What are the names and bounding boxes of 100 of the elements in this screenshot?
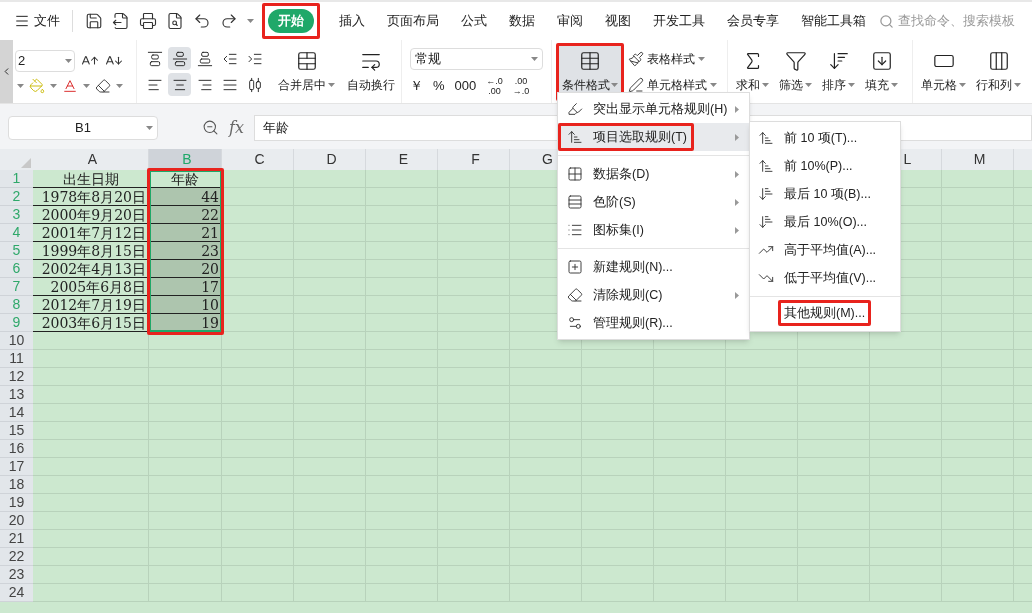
alignment-icon [246, 76, 263, 93]
style-button[interactable]: 单元格样式 [628, 75, 717, 94]
ribbon-tab[interactable]: 审阅 [546, 3, 594, 39]
font-color-icon [62, 77, 78, 94]
redo-icon[interactable] [220, 12, 238, 30]
table-cell: 2002年4月13日 [33, 260, 149, 278]
menu-icon [14, 13, 30, 29]
pen-icon [628, 76, 644, 93]
list-icon [567, 222, 583, 238]
menu-item[interactable]: 管理规则(R)... [558, 309, 749, 337]
menu-item[interactable]: 色阶(S) [558, 188, 749, 216]
tool-button[interactable]: 排序 [822, 49, 855, 94]
caret-icon [1014, 82, 1021, 87]
caret-icon [50, 83, 57, 88]
decimal-button[interactable]: ←.0 .00 [486, 75, 503, 96]
caret-icon [531, 56, 538, 61]
menu-item[interactable]: 前 10%(P)... [750, 152, 900, 180]
merge-center-button[interactable]: 合并居中 [278, 49, 335, 94]
tool-button[interactable]: 行和列 [976, 49, 1021, 94]
column-header[interactable]: G [542, 149, 553, 170]
ribbon-tab[interactable]: 智能工具箱 [790, 3, 877, 39]
ribbon-tab[interactable]: 视图 [594, 3, 642, 39]
alignment-icon [146, 50, 163, 67]
menu-item[interactable]: 最后 10 项(B)... [750, 180, 900, 208]
menu-item[interactable]: 最后 10%(O)... [750, 208, 900, 236]
table-cell: 2003年6月15日 [33, 314, 149, 332]
caret-icon [17, 83, 24, 88]
number-format-field[interactable]: 常规 [410, 47, 543, 70]
caret-icon [710, 82, 717, 87]
column-header[interactable]: M [973, 149, 986, 170]
file-menu-button[interactable]: 文件 [14, 10, 73, 32]
funnel-icon [784, 49, 807, 72]
number-format-button[interactable]: % [433, 75, 445, 96]
merge-cells-icon [295, 49, 318, 72]
menu-item[interactable]: 清除规则(C) [558, 281, 749, 309]
tool-button[interactable]: 填充 [865, 49, 898, 94]
highlighter-icon [567, 101, 583, 117]
tool-button[interactable]: 单元格 [921, 49, 966, 94]
table-cell: 出生日期 [33, 170, 149, 188]
column-header[interactable]: F [471, 149, 480, 170]
align-middle-button[interactable] [168, 47, 191, 70]
caret-icon [698, 56, 705, 61]
preview-icon[interactable] [166, 12, 184, 30]
caret-icon [247, 19, 254, 23]
table-cell: 21 [149, 224, 222, 242]
number-format-button[interactable]: ￥ [410, 75, 423, 96]
sort-up-icon [567, 129, 583, 145]
tool-button[interactable]: 筛选 [779, 49, 812, 94]
ribbon-tab[interactable]: 页面布局 [376, 3, 450, 39]
decimal-button[interactable]: .00 →.0 [512, 75, 530, 96]
brush-icon [628, 50, 644, 67]
column-header[interactable]: C [254, 149, 265, 170]
tool-button[interactable]: 求和 [736, 49, 769, 94]
table-cell: 2005年6月8日 [33, 278, 149, 296]
menu-item[interactable]: 图标集(I) [558, 216, 749, 244]
collapse-handle[interactable] [0, 40, 13, 103]
settings-icon [567, 315, 583, 331]
submenu-arrow-icon [735, 170, 739, 178]
sort-up-icon [758, 130, 774, 146]
submenu-arrow-icon [735, 291, 739, 299]
menu-item[interactable]: 高于平均值(A)... [750, 236, 900, 264]
fill-down-icon [870, 49, 893, 72]
search-icon [879, 13, 894, 29]
style-button[interactable]: 表格样式 [628, 49, 717, 68]
column-header[interactable]: A [87, 149, 98, 170]
caret-icon [891, 82, 898, 87]
menu-item[interactable]: 低于平均值(V)... [750, 264, 900, 292]
ribbon-tab[interactable]: 公式 [450, 3, 498, 39]
alignment-icon [171, 50, 188, 67]
print-icon[interactable] [139, 12, 157, 30]
column-header[interactable]: E [398, 149, 409, 170]
align-center-button[interactable] [168, 73, 191, 96]
zoom-out-icon[interactable] [202, 119, 219, 136]
ribbon-tab[interactable]: 开发工具 [642, 3, 716, 39]
ribbon-tab[interactable]: 会员专享 [716, 3, 790, 39]
alignment-icon [196, 50, 213, 67]
column-header[interactable]: L [903, 149, 912, 170]
wrap-text-button[interactable]: 自动换行 [347, 49, 395, 94]
sort-down-icon [758, 186, 774, 202]
undo-icon[interactable] [193, 12, 211, 30]
menu-item[interactable]: 前 10 项(T)... [750, 124, 900, 152]
caret-icon [611, 82, 618, 87]
name-box[interactable]: B1 [8, 115, 158, 140]
menu-item[interactable]: 项目选取规则(T) [558, 123, 749, 151]
columns-icon [987, 49, 1010, 72]
sort-up-icon [758, 158, 774, 174]
submenu-arrow-icon [735, 198, 739, 206]
menu-item[interactable]: 数据条(D) [558, 155, 749, 188]
caret-icon [848, 82, 855, 87]
eraser-icon [567, 287, 583, 303]
font-size-field[interactable]: 2 [15, 49, 75, 72]
ribbon-tab[interactable]: 插入 [328, 3, 376, 39]
save-icon[interactable] [85, 12, 103, 30]
column-header[interactable]: D [326, 149, 337, 170]
ribbon-tab[interactable]: 数据 [498, 3, 546, 39]
number-format-button[interactable]: 000 [454, 75, 477, 96]
table-icon [579, 49, 601, 72]
table-cell: 2001年7月12日 [33, 224, 149, 242]
export-icon[interactable] [112, 12, 130, 30]
table-cell: 1978年8月20日 [33, 188, 149, 206]
